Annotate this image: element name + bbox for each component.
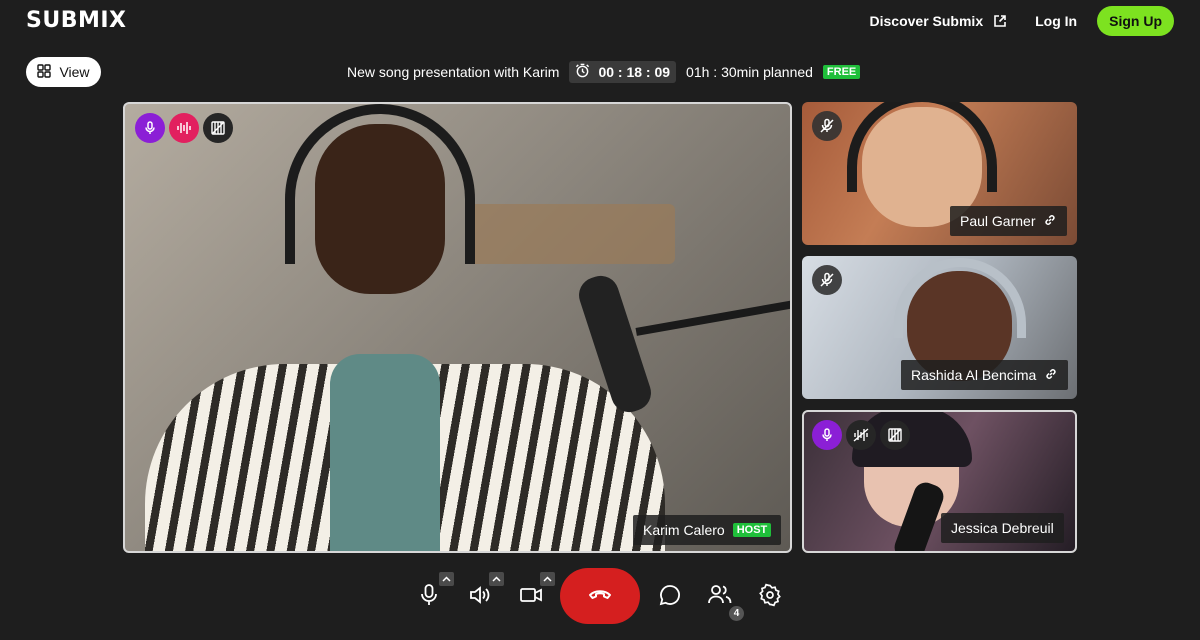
hangup-icon [588,587,612,606]
tile-status-icons [812,420,910,450]
microphone-button[interactable] [414,582,444,612]
discover-submix-link[interactable]: Discover Submix [870,6,1008,36]
timer-value: 00 : 18 : 09 [598,64,671,80]
video-mic-arm [635,300,790,336]
audio-wave-icon [169,113,199,143]
video-off-icon [880,420,910,450]
camera-button[interactable] [516,582,546,612]
mic-off-icon [812,265,842,295]
submix-logo[interactable]: SUBMIX [26,8,127,33]
video-headphones [285,104,475,264]
view-button[interactable]: View [26,57,101,87]
participant-count-badge: 4 [729,606,744,621]
login-link[interactable]: Log In [1035,6,1077,36]
signup-button[interactable]: Sign Up [1097,6,1174,36]
video-headphones [894,258,1026,338]
plan-badge: FREE [822,65,861,79]
video-headphones [847,102,997,192]
mic-icon [135,113,165,143]
speaker-button[interactable] [465,582,495,612]
speaker-icon [468,584,492,611]
participant-name: Jessica Debreuil [951,520,1054,536]
video-tile-jessica[interactable]: Jessica Debreuil [802,410,1077,553]
session-title: New song presentation with Karim [347,64,560,80]
call-controls: 4 [0,568,1200,628]
main-name-tag: Karim Calero HOST [633,515,782,545]
grid-icon [37,63,52,81]
host-badge: HOST [732,523,772,537]
session-timer: 00 : 18 : 09 [569,61,677,83]
audio-off-icon [846,420,876,450]
planned-duration: 01h : 30min planned [686,64,813,80]
video-background-shelf [465,204,675,264]
video-tile-paul[interactable]: Paul Garner [802,102,1077,245]
session-info: New song presentation with Karim 00 : 18… [347,61,861,83]
participant-name: Karim Calero [643,522,725,538]
settings-icon [758,583,782,612]
link-icon[interactable] [1044,367,1058,384]
participant-name: Paul Garner [960,213,1036,229]
video-off-icon [203,113,233,143]
settings-button[interactable] [755,582,785,612]
chat-button[interactable] [655,582,685,612]
people-icon [707,583,733,612]
top-nav: Discover Submix Log In Sign Up [870,6,1174,36]
discover-label: Discover Submix [869,13,984,29]
end-call-button[interactable] [560,568,640,624]
view-label: View [59,64,90,80]
mic-off-icon [812,111,842,141]
video-person-shirt [330,354,440,551]
camera-icon [519,585,543,610]
participant-name-tag: Rashida Al Bencima [901,360,1069,390]
chat-icon [658,583,682,612]
timer-icon [575,63,590,81]
mic-icon [418,583,440,612]
main-tile-status-icons [135,113,233,143]
external-link-icon [993,14,1007,28]
participant-name: Rashida Al Bencima [911,367,1037,383]
video-tile-rashida[interactable]: Rashida Al Bencima [802,256,1077,399]
participant-name-tag: Paul Garner [950,206,1068,236]
mic-icon [812,420,842,450]
main-video-tile[interactable]: Karim Calero HOST [123,102,792,553]
link-icon[interactable] [1043,213,1057,230]
participant-name-tag: Jessica Debreuil [941,513,1064,543]
